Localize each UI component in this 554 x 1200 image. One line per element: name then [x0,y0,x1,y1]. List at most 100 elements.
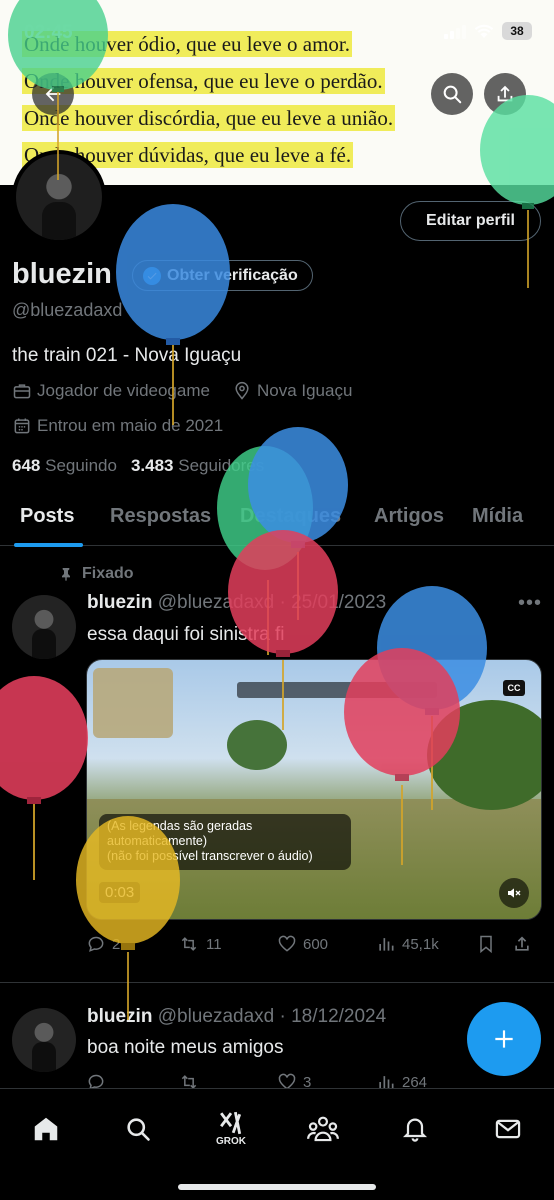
search-button[interactable] [431,73,473,115]
nav-grok[interactable]: GROK [209,1107,253,1151]
post-avatar[interactable] [12,1008,76,1072]
arrow-left-icon [45,86,61,102]
nav-messages[interactable] [486,1107,530,1151]
messages-envelope-icon [495,1119,521,1139]
nav-communities[interactable] [301,1107,345,1151]
post-header: bluezin @bluezadaxd · 25/01/2023 [87,592,386,614]
reply-icon [88,936,104,952]
banner-text-line: Onde houver discórdia, que eu leve a uni… [22,105,396,131]
follow-stats: 648 Seguindo 3.483 Seguidores [12,456,264,476]
search-icon [443,85,462,104]
tab-media[interactable]: Mídia [472,505,523,528]
briefcase-icon [13,384,31,399]
post-divider [0,982,554,983]
video-scene [227,720,287,770]
profile-joined-row: Entrou em maio de 2021 [12,416,223,436]
post-handle-date: @bluezadaxd · 25/01/2023 [157,592,387,613]
following-label: Seguindo [45,456,117,475]
repost-button[interactable]: 11 [178,934,277,954]
back-button[interactable] [32,73,74,115]
banner-text-line: Onde houver ofensa, que eu leve o perdão… [22,68,385,94]
video-captions: (As legendas são geradas automaticamente… [99,814,351,870]
video-caption-text: (As legendas são geradas automaticamente… [107,819,313,863]
share-icon [497,85,513,102]
pinned-label: Fixado [82,565,134,582]
video-hud [237,682,437,698]
post-author-name[interactable]: bluezin [87,592,152,613]
profile-avatar[interactable] [12,150,106,244]
tab-posts[interactable]: Posts [20,505,74,528]
status-time: 02:45 [24,22,73,43]
search-icon [127,1118,150,1141]
nav-notifications[interactable] [393,1107,437,1151]
home-indicator [178,1184,376,1190]
nav-home[interactable] [24,1107,68,1151]
compose-post-button[interactable] [467,1002,541,1076]
heart-icon [278,935,296,952]
verified-badge-icon [143,266,161,285]
get-verified-label: Obter verificação [167,266,298,284]
reply-button[interactable]: 2 [86,934,178,954]
followers-link[interactable]: 3.483 Seguidores [131,456,264,476]
views-button[interactable]: 45,1k [376,934,476,954]
profile-location: Nova Iguaçu [232,381,352,401]
post-handle-date: @bluezadaxd · 18/12/2024 [157,1006,387,1027]
mute-button[interactable] [499,878,529,908]
post-text: essa daqui foi sinistra fi [87,624,285,645]
video-scene [427,700,541,810]
calendar-icon [14,418,30,434]
profile-category-label: Jogador de videogame [37,381,210,400]
grok-icon [220,1111,242,1135]
views-chart-icon [379,938,394,951]
reply-count: 2 [112,935,121,953]
home-icon [34,1117,58,1141]
video-minimap [93,668,173,738]
video-timestamp: 0:03 [99,882,141,903]
like-button[interactable]: 600 [277,934,376,954]
tab-articles[interactable]: Artigos [374,505,444,528]
post-more-icon[interactable]: ••• [518,592,542,615]
plus-icon [495,1030,513,1048]
post-actions: 2 11 600 45,1k [86,934,542,954]
following-count: 648 [12,456,41,475]
communities-icon [307,1116,339,1142]
bookmark-icon [480,935,492,954]
profile-tabs: Posts Respostas Destaques Artigos Mídia [0,492,554,547]
share-icon [515,936,529,951]
signal-icon [444,23,466,39]
profile-display-name: bluezin [12,258,112,290]
battery-indicator: 38 [502,22,532,40]
share-profile-button[interactable] [484,73,526,115]
grok-label: GROK [216,1136,246,1147]
profile-handle: @bluezadaxd [12,300,123,320]
repost-count: 11 [206,935,222,953]
post-text: boa noite meus amigos [87,1037,284,1058]
profile-meta-row: Jogador de videogame Nova Iguaçu [12,381,352,401]
nav-search[interactable] [116,1107,160,1151]
notifications-bell-icon [402,1118,428,1142]
followers-count: 3.483 [130,456,174,475]
post-avatar[interactable] [12,595,76,659]
profile-bio: the train 021 - Nova Iguaçu [12,345,242,366]
following-link[interactable]: 648 Seguindo [12,456,117,476]
views-count: 45,1k [402,935,439,953]
post-video[interactable]: CC (As legendas são geradas automaticame… [86,659,542,920]
profile-location-label: Nova Iguaçu [256,381,353,400]
edit-profile-button[interactable]: Editar perfil [400,201,541,241]
post-author-name[interactable]: bluezin [87,1006,152,1027]
share-post-button[interactable] [512,934,538,954]
like-count: 600 [303,935,329,953]
profile-category: Jogador de videogame [12,381,210,401]
bookmark-button[interactable] [476,934,512,954]
pin-icon [62,568,70,581]
profile-joined-label: Entrou em maio de 2021 [37,416,224,435]
post-header: bluezin @bluezadaxd · 18/12/2024 [87,1006,386,1028]
wifi-icon [474,24,494,38]
profile-joined: Entrou em maio de 2021 [12,416,223,436]
get-verified-button[interactable]: Obter verificação [132,260,313,291]
tab-replies[interactable]: Respostas [110,505,211,528]
captions-button[interactable]: CC [503,680,525,696]
tab-highlights[interactable]: Destaques [240,505,341,528]
repost-icon [181,937,197,951]
status-icons: 38 [444,22,532,40]
